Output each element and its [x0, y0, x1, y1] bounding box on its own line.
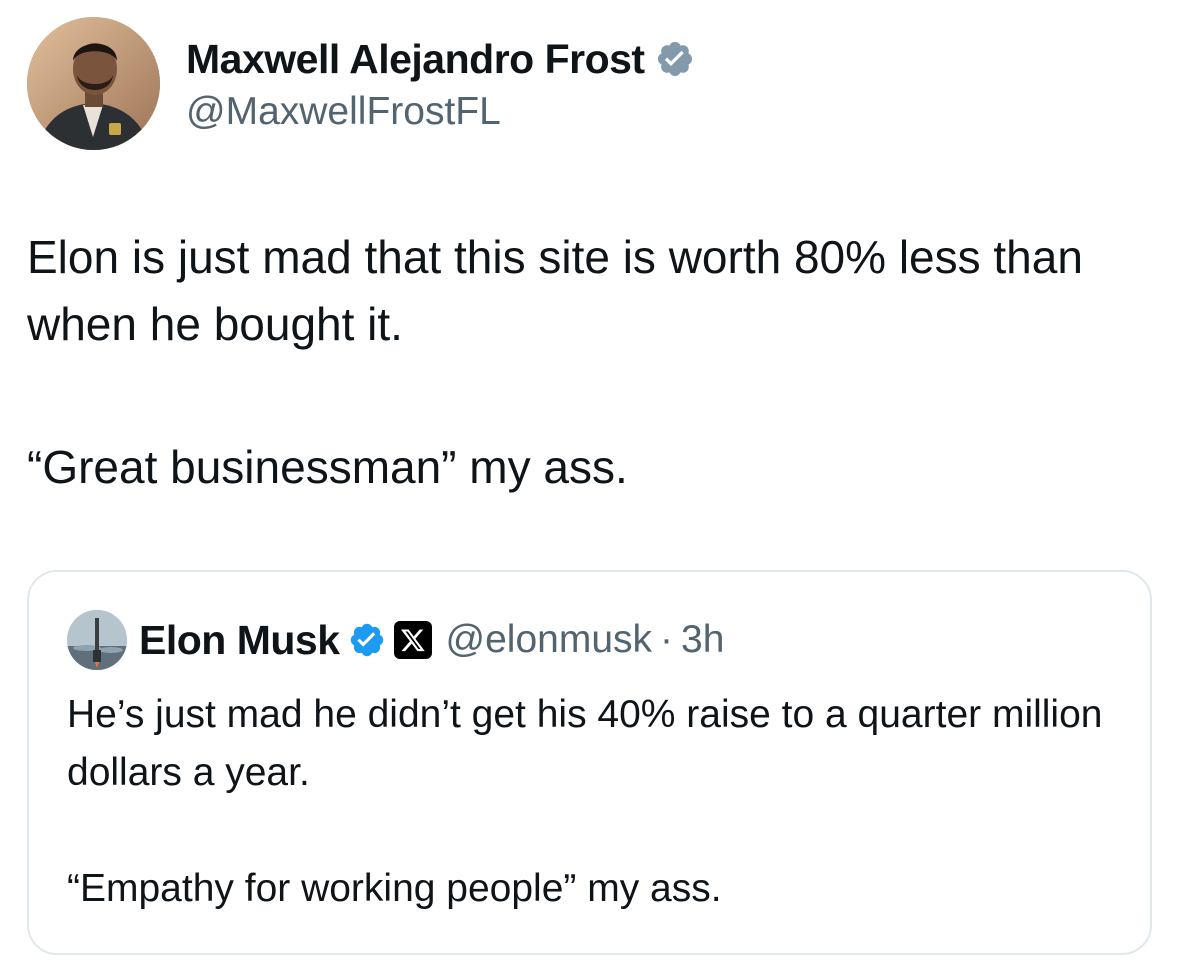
quoted-tweet-text-paragraph-2: “Empathy for working people” my ass. [67, 867, 722, 910]
verified-badge-icon[interactable] [348, 621, 386, 659]
quoted-author-handle[interactable]: @elonmusk [446, 618, 653, 662]
verified-badge-icon[interactable] [655, 39, 695, 79]
author-handle[interactable]: @MaxwellFrostFL [186, 90, 501, 134]
tweet-text-paragraph-1: Elon is just mad that this site is worth… [27, 231, 1083, 350]
quoted-author-avatar[interactable] [67, 610, 127, 670]
author-avatar[interactable] [27, 17, 160, 150]
quoted-tweet-text-paragraph-1: He’s just mad he didn’t get his 40% rais… [67, 693, 1103, 794]
x-logo-icon[interactable] [393, 621, 432, 659]
tweet-card: Maxwell Alejandro Frost @MaxwellFrostFL … [0, 0, 1179, 965]
quoted-tweet-timestamp[interactable]: 3h [681, 618, 724, 662]
separator-dot: · [660, 618, 674, 661]
quoted-tweet-card[interactable]: Elon Musk @elonmusk · 3h He’s just mad h… [27, 570, 1152, 955]
tweet-text-paragraph-2: “Great businessman” my ass. [27, 441, 628, 493]
quoted-author-display-name[interactable]: Elon Musk [139, 617, 340, 664]
quoted-tweet-header: Elon Musk @elonmusk · 3h [139, 614, 724, 666]
author-name-row: Maxwell Alejandro Frost [186, 34, 695, 84]
author-display-name[interactable]: Maxwell Alejandro Frost [186, 36, 645, 83]
